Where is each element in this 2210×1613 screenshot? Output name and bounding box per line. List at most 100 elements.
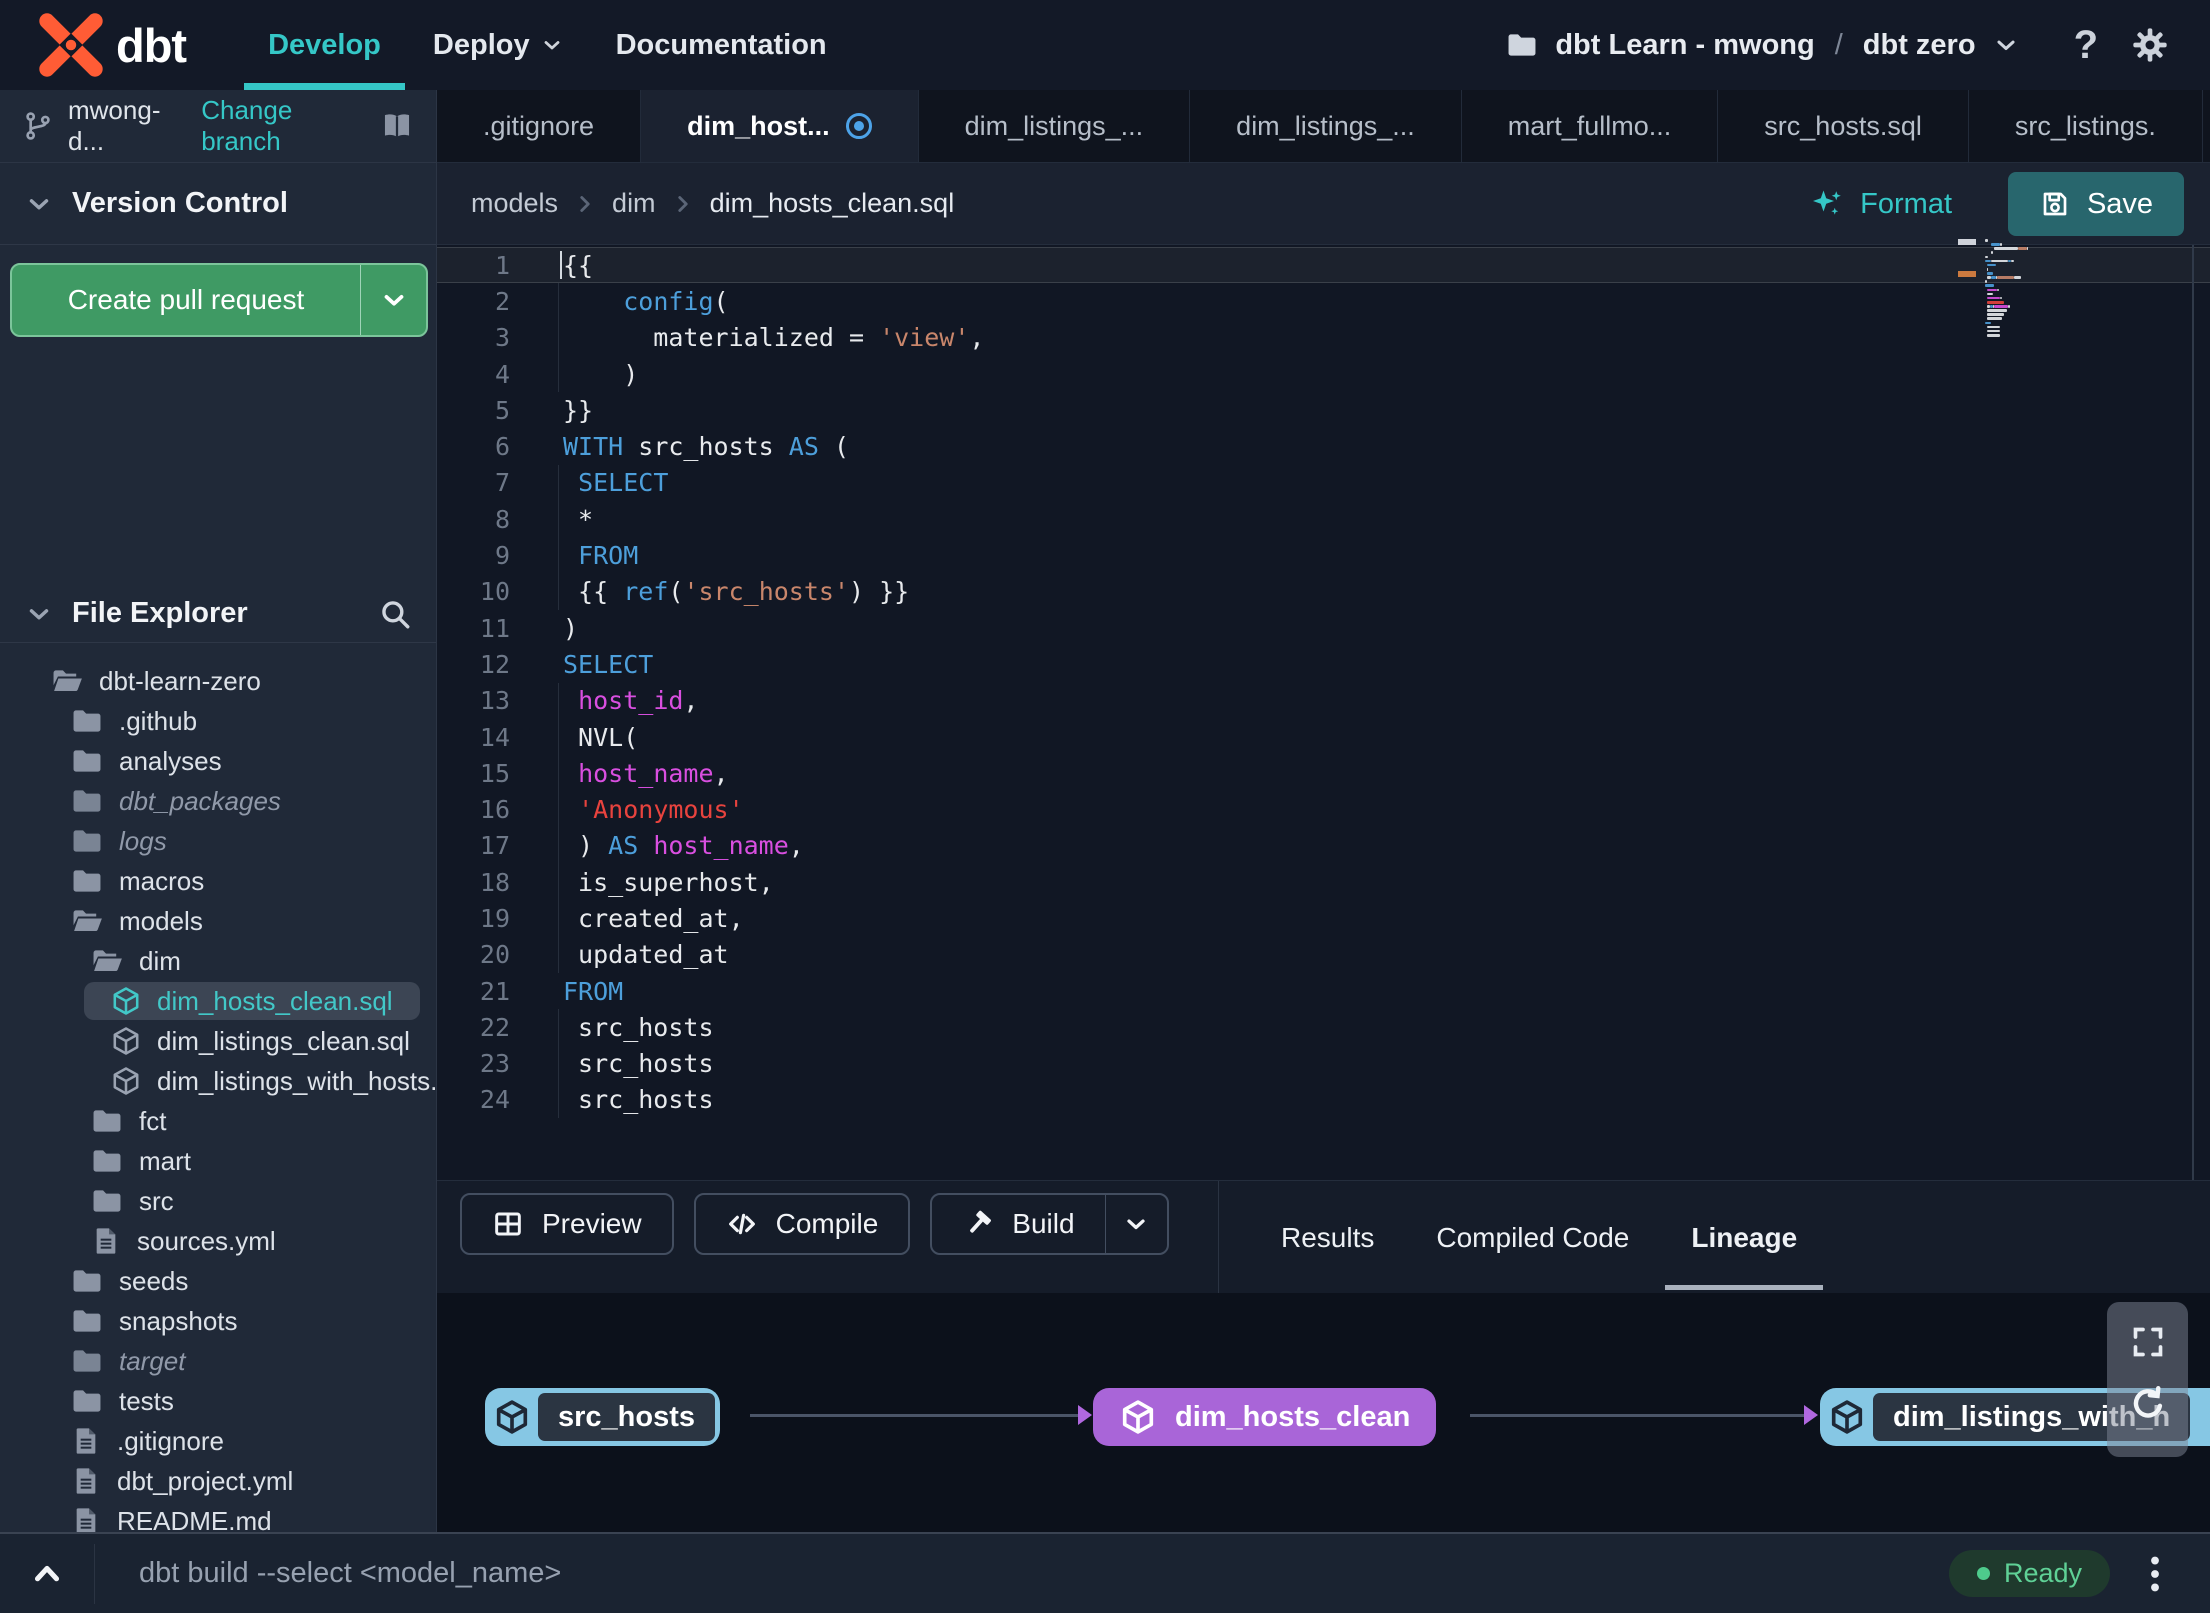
version-control-header[interactable]: Version Control [0, 163, 436, 245]
refresh-icon[interactable] [2126, 1382, 2170, 1426]
lineage-node-dim-hosts-clean[interactable]: dim_hosts_clean [1093, 1388, 1437, 1446]
tree-item-dbt-project-yml[interactable]: dbt_project.yml [0, 1461, 436, 1501]
code-line[interactable]: 9 FROM [437, 537, 2210, 574]
tree-item-github[interactable]: .github [0, 701, 436, 741]
code-line[interactable]: 24 src_hosts [437, 1081, 2210, 1119]
tab-compiled-code[interactable]: Compiled Code [1436, 1181, 1629, 1294]
search-icon[interactable] [378, 597, 412, 631]
lineage-node-src-hosts[interactable]: src_hosts [485, 1388, 721, 1446]
code-line[interactable]: 20 updated_at [437, 936, 2210, 973]
tree-item-mart[interactable]: mart [0, 1141, 436, 1181]
editor-scrollbar[interactable] [2192, 245, 2194, 1180]
code-line[interactable]: 5}} [437, 392, 2210, 428]
tree-item-fct[interactable]: fct [0, 1101, 436, 1141]
code-line[interactable]: 7 SELECT [437, 464, 2210, 502]
chevron-up-icon[interactable] [0, 1543, 95, 1604]
file-tab-mart-fullmo[interactable]: mart_fullmo... [1462, 90, 1719, 162]
code-line[interactable]: 11) [437, 610, 2210, 646]
fullscreen-icon[interactable] [2128, 1322, 2168, 1362]
add-tab-button[interactable]: + [2203, 90, 2210, 162]
tree-item-dbt-packages[interactable]: dbt_packages [0, 781, 436, 821]
breadcrumb-item-dim[interactable]: dim [612, 188, 656, 219]
code-line[interactable]: 10 {{ ref('src_hosts') }} [437, 573, 2210, 610]
code-line[interactable]: 2 config( [437, 283, 2210, 320]
file-tab-dim-listings[interactable]: dim_listings_... [919, 90, 1191, 162]
tree-item-macros[interactable]: macros [0, 861, 436, 901]
tree-item-target[interactable]: target [0, 1341, 436, 1381]
button-label: Compile [775, 1208, 879, 1239]
pull-request-dropdown[interactable] [360, 265, 426, 335]
project-picker[interactable]: dbt Learn - mwong / dbt zero [1505, 28, 2019, 62]
build-dropdown[interactable] [1104, 1195, 1167, 1253]
code-line[interactable]: 17 ) AS host_name, [437, 827, 2210, 865]
action-buttons: Preview Compile Build [460, 1193, 1169, 1255]
code-line[interactable]: 15 host_name, [437, 755, 2210, 792]
code-line[interactable]: 22 src_hosts [437, 1009, 2210, 1046]
tree-item-src[interactable]: src [0, 1181, 436, 1221]
preview-button[interactable]: Preview [460, 1193, 674, 1255]
tree-item-models[interactable]: models [0, 901, 436, 941]
tab-results[interactable]: Results [1281, 1181, 1374, 1294]
tree-item-sources-yml[interactable]: sources.yml [0, 1221, 436, 1261]
code-line[interactable]: 18 is_superhost, [437, 864, 2210, 901]
code-line[interactable]: 21 FROM [437, 973, 2210, 1009]
folder-icon [90, 1104, 124, 1138]
code-line[interactable]: 4 ) [437, 355, 2210, 393]
code-line[interactable]: 16 'Anonymous' [437, 791, 2210, 828]
help-icon[interactable]: ? [2074, 23, 2098, 68]
tree-item-dbt-learn-zero[interactable]: dbt-learn-zero [0, 661, 436, 701]
breadcrumb-item-models[interactable]: models [471, 188, 558, 219]
file-tab-dim-host[interactable]: dim_host... [641, 90, 919, 162]
code-line[interactable]: 14 NVL( [437, 718, 2210, 756]
save-button[interactable]: Save [2008, 172, 2184, 236]
format-button[interactable]: Format [1810, 163, 1952, 245]
tree-item-snapshots[interactable]: snapshots [0, 1301, 436, 1341]
dbt-logo[interactable]: dbt [34, 8, 187, 82]
file-tab-label: dim_listings_... [964, 110, 1144, 141]
tree-item-tests[interactable]: tests [0, 1381, 436, 1421]
tree-item-logs[interactable]: logs [0, 821, 436, 861]
code-text: host_id, [578, 686, 699, 716]
file-tab-src-hosts-sql[interactable]: src_hosts.sql [1718, 90, 1969, 162]
file-explorer-header[interactable]: File Explorer [0, 585, 436, 643]
code-line[interactable]: 8 * [437, 501, 2210, 538]
status-text: Ready [2003, 1558, 2082, 1588]
tab-strip: .gitignore dim_host... dim_listings_... dim… [437, 90, 2203, 162]
build-button[interactable]: Build [930, 1193, 1169, 1255]
code-line[interactable]: 6 WITH src_hosts AS ( [437, 428, 2210, 464]
compile-button[interactable]: Compile [693, 1193, 911, 1255]
docs-book-icon[interactable] [380, 109, 414, 143]
gear-icon[interactable] [2130, 25, 2170, 65]
code-editor[interactable]: 1{{2 config(3 materialized = 'view', 4 ) 5… [437, 239, 2210, 1180]
minimap[interactable] [1985, 239, 2047, 338]
tree-item-dim-hosts-clean-sql[interactable]: dim_hosts_clean.sql [0, 981, 436, 1021]
kebab-menu-icon[interactable] [2140, 1552, 2170, 1596]
create-pull-request-button[interactable]: Create pull request [10, 263, 428, 337]
tree-item-analyses[interactable]: analyses [0, 741, 436, 781]
tree-item-readme-md[interactable]: README.md [0, 1501, 436, 1532]
file-tab-dim-listings[interactable]: dim_listings_... [1190, 90, 1462, 162]
code-line[interactable]: 13 host_id, [437, 682, 2210, 719]
nav-item-deploy[interactable]: Deploy [409, 0, 588, 90]
nav-item-documentation[interactable]: Documentation [592, 0, 851, 90]
code-line[interactable]: 23 src_hosts [437, 1045, 2210, 1082]
code-line[interactable]: 12 SELECT [437, 646, 2210, 682]
tree-item-dim[interactable]: dim [0, 941, 436, 981]
nav-item-develop[interactable]: Develop [244, 0, 405, 90]
code-line[interactable]: 1 {{ [437, 247, 2210, 284]
tree-item-dim-listings-clean-sql[interactable]: dim_listings_clean.sql [0, 1021, 436, 1061]
file-tab-src-listings[interactable]: src_listings. [1969, 90, 2203, 162]
line-number: 7 [494, 468, 510, 498]
result-tabs: Results Compiled Code Lineage [1281, 1181, 1823, 1294]
file-tab-gitignore[interactable]: .gitignore [437, 90, 642, 162]
tree-item-gitignore[interactable]: .gitignore [0, 1421, 436, 1461]
tree-item-dim-listings-with-hosts[interactable]: dim_listings_with_hosts... [0, 1061, 436, 1101]
tree-item-seeds[interactable]: seeds [0, 1261, 436, 1301]
breadcrumb-item-dim-hosts-clean-sql[interactable]: dim_hosts_clean.sql [710, 188, 955, 219]
code-line[interactable]: 19 created_at, [437, 900, 2210, 937]
bottom-toolbar: Preview Compile Build Results Compiled Code… [437, 1180, 2210, 1293]
command-input[interactable]: dbt build --select <model_name> [139, 1557, 1949, 1590]
code-line[interactable]: 3 materialized = 'view', [437, 319, 2210, 356]
tab-lineage[interactable]: Lineage [1665, 1181, 1823, 1294]
change-branch-link[interactable]: Change branch [201, 95, 366, 157]
